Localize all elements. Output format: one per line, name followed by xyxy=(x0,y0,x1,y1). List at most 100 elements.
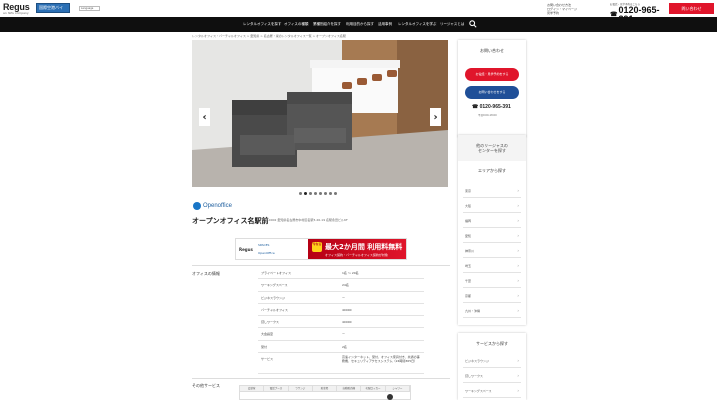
banner-sub-text: オフィス契約・バーチャルオフィス契約が対象 xyxy=(325,253,388,257)
breadcrumb[interactable]: レンタルオフィス・バーチャルオフィス > 愛知県 > 名古屋・栄のレンタルオフィ… xyxy=(192,34,346,38)
office-title: オープンオフィス名駅前 xyxy=(192,217,269,225)
online-inquiry-button[interactable]: お問い合わせをする xyxy=(465,86,519,99)
chevron-right-icon: › xyxy=(517,263,519,268)
visit-reserve-button[interactable]: お電話・見学予約をする xyxy=(465,68,519,81)
area-label: 大阪 xyxy=(465,204,472,208)
banner-badge: 今なら xyxy=(312,242,322,252)
area-label: 福岡 xyxy=(465,219,472,223)
area-label: 埼玉 xyxy=(465,264,472,268)
service-item[interactable]: 貸しワークス › xyxy=(463,368,521,384)
nav-item-cases[interactable]: 活用事例 xyxy=(378,17,392,32)
photo-dot[interactable] xyxy=(334,192,337,195)
spec-value: 40000 xyxy=(342,320,352,325)
other-services-table: 会議室 電話ブース ラウンジ 駐車場 自動販売機 宅配ロッカー シャワー xyxy=(239,385,411,400)
other-header: 自動販売機 xyxy=(337,386,362,391)
sidebar-hours: 平日9:00-18:00 xyxy=(478,114,497,117)
spec-value: 24名 xyxy=(342,283,349,288)
area-label: 愛知 xyxy=(465,234,472,238)
chevron-right-icon: › xyxy=(433,111,438,123)
search-icon[interactable] xyxy=(469,20,477,28)
area-label: 京都 xyxy=(465,294,472,298)
table-row: バーチャルオフィス 40000 xyxy=(258,304,424,317)
banner-regus: Regus xyxy=(239,247,253,252)
area-label: 九州・沖縄 xyxy=(465,309,481,313)
other-header: 宅配ロッカー xyxy=(361,386,386,391)
table-row: ワーキングスペース 24名 xyxy=(258,279,424,292)
spec-key: 受付 xyxy=(261,344,268,349)
openoffice-logo-icon xyxy=(193,202,201,210)
sidebar-phone[interactable]: ☎ 0120-965-391 xyxy=(472,104,511,110)
partner-badge[interactable]: 国際空港バイ xyxy=(36,3,70,13)
area-item[interactable]: 九州・沖縄 › xyxy=(463,303,521,319)
other-header: ラウンジ xyxy=(289,386,313,391)
office-photo xyxy=(192,40,448,187)
nav-item-about[interactable]: リージャスとは xyxy=(440,17,464,32)
banner-brands: Regus SPACES OpenOffice xyxy=(236,239,308,259)
photo-prev-button[interactable]: ‹ xyxy=(199,108,210,126)
area-item[interactable]: 埼玉 › xyxy=(463,258,521,274)
spec-value: ー xyxy=(342,332,346,337)
photo-dot[interactable] xyxy=(329,192,332,195)
area-label: 千葉 xyxy=(465,279,472,283)
table-row: プライベートオフィス 1名 〜 20名 xyxy=(258,267,424,280)
area-item[interactable]: 大阪 › xyxy=(463,198,521,214)
top-link[interactable]: 見学予約 xyxy=(547,11,605,15)
nav-item-learn[interactable]: レンタルオフィスを学ぶ xyxy=(398,17,436,32)
nav-item-search-office[interactable]: レンタルオフィスを探す xyxy=(243,17,281,32)
photo-dot[interactable] xyxy=(304,192,307,195)
campaign-banner[interactable]: Regus SPACES OpenOffice 今なら 最大2か月間 利用料無料… xyxy=(235,238,407,260)
nav-item-industry[interactable]: 業種別紹介を探す xyxy=(313,17,341,32)
logo-subtitle: an IWG company xyxy=(3,11,29,15)
chevron-right-icon: › xyxy=(517,388,519,393)
service-label: ビジネスラウンジ xyxy=(465,359,490,363)
language-select[interactable]: Language xyxy=(79,6,100,11)
available-icon xyxy=(387,394,393,400)
other-header: シャワー xyxy=(386,386,410,391)
openoffice-brand: Openoffice xyxy=(193,202,232,210)
area-item[interactable]: 東京 › xyxy=(463,183,521,199)
service-item[interactable]: ビジネスラウンジ › xyxy=(463,353,521,369)
area-item[interactable]: 神奈川 › xyxy=(463,243,521,259)
contact-box: お問い合わせ お電話・見学予約をする お問い合わせをする ☎ 0120-965-… xyxy=(458,40,526,137)
area-label: 東京 xyxy=(465,189,472,193)
spec-key: サービス xyxy=(261,357,274,362)
chevron-right-icon: › xyxy=(517,293,519,298)
chevron-right-icon: › xyxy=(517,203,519,208)
nav-item-office-types[interactable]: オフィスの種類 xyxy=(284,17,308,32)
photo-dot[interactable] xyxy=(319,192,322,195)
brand-name: Openoffice xyxy=(203,203,232,209)
search-box-head: 他のリージャスの センターを探す xyxy=(458,135,526,161)
area-item[interactable]: 愛知 › xyxy=(463,228,521,244)
area-item[interactable]: 千葉 › xyxy=(463,273,521,289)
spec-key: 大会議室 xyxy=(261,332,274,337)
other-header: 電話ブース xyxy=(264,386,289,391)
chevron-right-icon: › xyxy=(517,373,519,378)
top-links: お問い合わせ方法 ログイン・マイページ 見学予約 xyxy=(547,3,605,15)
service-search-box: サービスから探す ビジネスラウンジ › 貸しワークス › ワーキングスペース › xyxy=(458,333,526,400)
area-title: エリアから探す xyxy=(478,168,506,173)
spec-value: 2名 xyxy=(342,344,347,349)
inquiry-button[interactable]: 問い合わせ xyxy=(669,3,714,14)
main-nav: レンタルオフィスを探す オフィスの種類 業種別紹介を探す 利用目的から探す 活用… xyxy=(0,17,717,32)
table-row: 貸しワークス 40000 xyxy=(258,316,424,329)
sidebar-phone-number[interactable]: 0120-965-391 xyxy=(480,104,511,110)
banner-offer: 今なら 最大2か月間 利用料無料 オフィス契約・バーチャルオフィス契約が対象 xyxy=(308,239,406,259)
service-label: 貸しワークス xyxy=(465,374,483,378)
chevron-right-icon: › xyxy=(517,308,519,313)
photo-dot[interactable] xyxy=(324,192,327,195)
spec-key: ビジネスラウンジ xyxy=(261,295,286,300)
photo-dot[interactable] xyxy=(309,192,312,195)
office-spec-table: プライベートオフィス 1名 〜 20名 ワーキングスペース 24名 ビジネスラウンジ… xyxy=(258,267,424,375)
nav-item-purpose[interactable]: 利用目的から探す xyxy=(346,17,374,32)
spec-key: ワーキングスペース xyxy=(261,283,288,288)
service-item[interactable]: ワーキングスペース › xyxy=(463,383,521,399)
chevron-right-icon: › xyxy=(517,248,519,253)
photo-next-button[interactable]: › xyxy=(430,108,441,126)
office-address: 〒450-0002 愛知県名古屋市中村区名駅3-26-19 名駅永田ビル6F xyxy=(259,218,348,222)
service-title: サービスから探す xyxy=(476,341,508,346)
spec-key: 貸しワークス xyxy=(261,320,279,325)
area-item[interactable]: 京都 › xyxy=(463,288,521,304)
photo-dot[interactable] xyxy=(314,192,317,195)
photo-dot[interactable] xyxy=(299,192,302,195)
area-item[interactable]: 福岡 › xyxy=(463,213,521,229)
